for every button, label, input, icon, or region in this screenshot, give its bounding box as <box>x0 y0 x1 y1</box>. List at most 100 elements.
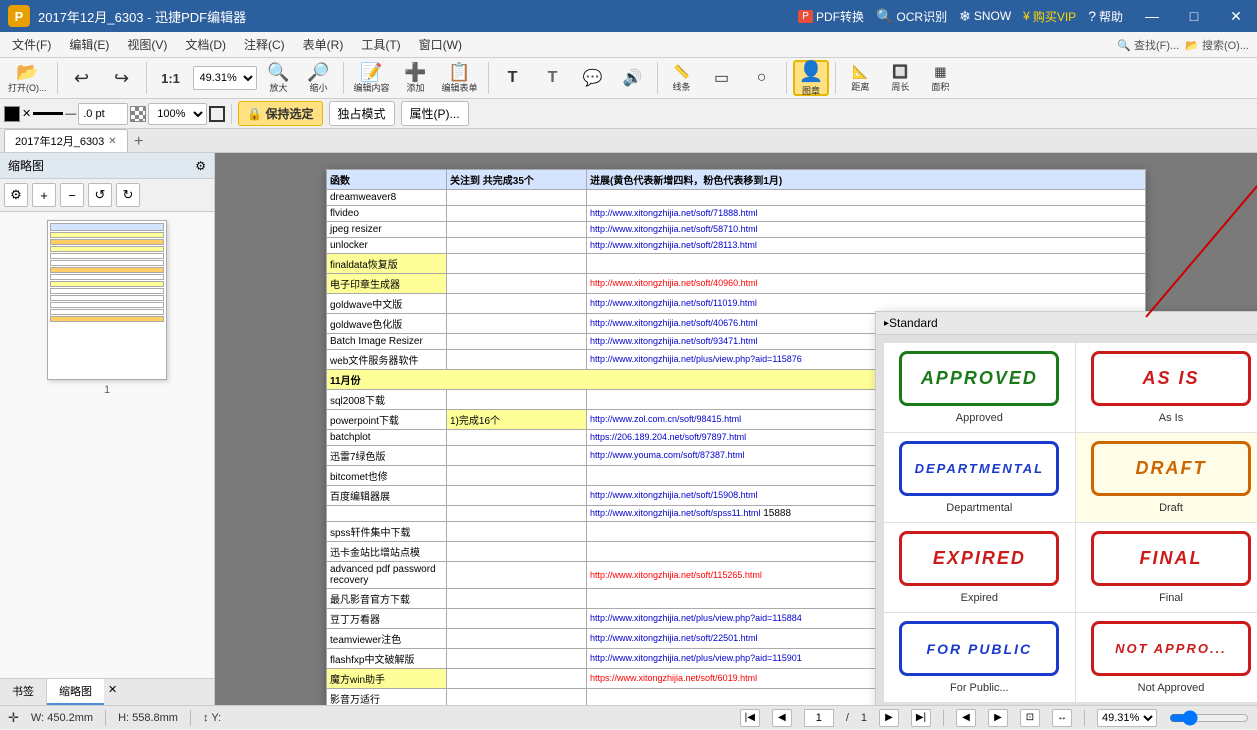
snow-btn[interactable]: ❄ SNOW <box>959 8 1011 25</box>
next-page-btn[interactable]: ▶ <box>879 709 899 727</box>
maximize-btn[interactable]: □ <box>1181 5 1207 27</box>
open-btn[interactable]: 📂 打开(O)... <box>4 60 51 96</box>
col-header-3: 进展(黄色代表新增四料，粉色代表移到1月) <box>587 170 1146 190</box>
stamp-departmental[interactable]: DEPARTMENTAL Departmental <box>884 433 1075 522</box>
find-btn[interactable]: 🔍 查找(F)... <box>1117 37 1179 53</box>
tab-close-btn[interactable]: ✕ <box>108 136 116 147</box>
zoom-in-btn[interactable]: 🔍 放大 <box>261 60 297 96</box>
pattern-swatch[interactable] <box>130 106 146 122</box>
main-toolbar: 📂 打开(O)... ↩ ↪ 1:1 49.31% 100% 150% 🔍 放大… <box>0 58 1257 99</box>
bookmarks-tab[interactable]: 书签 <box>0 679 47 705</box>
new-tab-btn[interactable]: + <box>128 132 150 152</box>
fit-page-btn[interactable]: ⊡ <box>1020 709 1040 727</box>
page-input[interactable] <box>804 709 834 727</box>
perimeter-btn[interactable]: 🔲 周长 <box>882 60 918 96</box>
actual-size-btn[interactable]: 1:1 <box>153 60 189 96</box>
zoom-in-sidebar-btn[interactable]: + <box>32 183 56 207</box>
table-row: 魔方win助手 <box>327 669 447 689</box>
scroll-right-btn[interactable]: ▶ <box>988 709 1008 727</box>
for-public-label: For Public... <box>950 682 1009 694</box>
zoom-slider[interactable] <box>1169 710 1249 726</box>
color-box[interactable] <box>209 106 225 122</box>
redo-btn[interactable]: ↪ <box>104 60 140 96</box>
undo-btn[interactable]: ↩ <box>64 60 100 96</box>
stamp-expired[interactable]: EXPIRED Expired <box>884 523 1075 612</box>
stamp-draft[interactable]: DRAFT Draft <box>1076 433 1257 522</box>
status-zoom-select[interactable]: 49.31% 100% <box>1097 709 1157 727</box>
draft-stamp-img: DRAFT <box>1091 441 1251 496</box>
text-btn[interactable]: T <box>495 60 531 96</box>
color-swatch[interactable] <box>4 106 20 122</box>
thumbnails-tab[interactable]: 缩略图 <box>47 679 104 705</box>
table-row: 百度编辑器展 <box>327 486 447 506</box>
menu-edit[interactable]: 编辑(E) <box>61 34 117 55</box>
menu-view[interactable]: 视图(V) <box>119 34 175 55</box>
first-page-btn[interactable]: |◀ <box>740 709 760 727</box>
ocr-btn[interactable]: 🔍 OCR识别 <box>876 8 947 25</box>
properties-btn[interactable]: 属性(P)... <box>401 101 469 126</box>
settings-btn[interactable]: ⚙ <box>4 183 28 207</box>
stamp-popup: ▸ Standard APPROVED Approved AS IS As Is… <box>875 311 1257 705</box>
sidebar-settings-icon[interactable]: ⚙ <box>195 159 206 173</box>
fit-width-btn[interactable]: ↔ <box>1052 709 1072 727</box>
shapes-btn[interactable]: ▭ <box>704 60 740 96</box>
comment-box-btn[interactable]: 💬 <box>575 60 611 96</box>
sidebar-close-btn[interactable]: ✕ <box>104 679 121 705</box>
exclusive-mode-btn[interactable]: 独占模式 <box>329 101 395 126</box>
stamp-as-is[interactable]: AS IS As Is <box>1076 343 1257 432</box>
sidebar-bottom-tabs: 书签 缩略图 ✕ <box>0 678 214 705</box>
zoom-select[interactable]: 49.31% 100% 150% <box>193 66 257 90</box>
expired-stamp-img: EXPIRED <box>899 531 1059 586</box>
menu-comment[interactable]: 注释(C) <box>236 34 293 55</box>
pdf-convert-btn[interactable]: P PDF转换 <box>798 8 864 25</box>
line-btn[interactable]: 📏 线条 <box>664 60 700 96</box>
rotate-right-btn[interactable]: ↻ <box>116 183 140 207</box>
scroll-left-btn[interactable]: ◀ <box>956 709 976 727</box>
zoom-select2[interactable]: 100% 50% <box>148 103 207 125</box>
folder-icon: 📂 <box>16 63 38 81</box>
close-btn[interactable]: ✕ <box>1223 5 1249 27</box>
vip-btn[interactable]: ¥ 购买VIP <box>1023 8 1076 25</box>
text2-btn[interactable]: T <box>535 60 571 96</box>
menu-form[interactable]: 表单(R) <box>295 34 352 55</box>
table-row: 影音万适行 <box>327 689 447 706</box>
status-sep-1 <box>105 710 106 726</box>
as-is-label: As Is <box>1159 412 1183 424</box>
edit-content-btn[interactable]: 📝 编辑内容 <box>350 60 394 96</box>
menu-tools[interactable]: 工具(T) <box>353 34 408 55</box>
last-page-btn[interactable]: ▶| <box>911 709 931 727</box>
add-btn[interactable]: ➕ 添加 <box>398 60 434 96</box>
menu-window[interactable]: 窗口(W) <box>411 34 470 55</box>
stamp-approved[interactable]: APPROVED Approved <box>884 343 1075 432</box>
prev-page-btn[interactable]: ◀ <box>772 709 792 727</box>
maintain-btn[interactable]: 🔒 保持选定 <box>238 101 322 126</box>
help-btn[interactable]: ? 帮助 <box>1088 8 1123 25</box>
zoom-out-sidebar-btn[interactable]: − <box>60 183 84 207</box>
table-row: goldwave中文版 <box>327 294 447 314</box>
document-area[interactable]: 函数 关注到 共完成35个 进展(黄色代表新增四料，粉色代表移到1月) drea… <box>215 153 1257 705</box>
edit-form-btn[interactable]: 📋 编辑表单 <box>438 60 482 96</box>
page-thumbnail[interactable] <box>47 220 167 380</box>
stamp-final[interactable]: FINAL Final <box>1076 523 1257 612</box>
line-width-input[interactable]: .0 pt <box>78 103 128 125</box>
distance-btn[interactable]: 📐 距离 <box>842 60 878 96</box>
circle-btn[interactable]: ○ <box>744 60 780 96</box>
stamp-btn[interactable]: 👤 图章 <box>793 60 830 96</box>
stamp-not-approved[interactable]: NOT APPRO... Not Approved <box>1076 613 1257 702</box>
toolbar-sep-1 <box>57 62 58 94</box>
rotate-left-btn[interactable]: ↺ <box>88 183 112 207</box>
menu-file[interactable]: 文件(F) <box>4 34 59 55</box>
zoom-out-btn[interactable]: 🔎 缩小 <box>301 60 337 96</box>
draft-label: Draft <box>1159 502 1183 514</box>
minimize-btn[interactable]: — <box>1139 5 1165 27</box>
area-btn[interactable]: ▦ 面积 <box>922 60 958 96</box>
menu-doc[interactable]: 文档(D) <box>177 34 234 55</box>
stamp-for-public[interactable]: FOR PUBLIC For Public... <box>884 613 1075 702</box>
doc-tab[interactable]: 2017年12月_6303 ✕ <box>4 129 128 152</box>
col-header-1: 函数 <box>327 170 447 190</box>
search-btn[interactable]: 📂 搜索(O)... <box>1185 37 1249 53</box>
y-coord-label: ↕ Y: <box>203 712 221 724</box>
sound-btn[interactable]: 🔊 <box>615 60 651 96</box>
text-icon: T <box>508 69 518 87</box>
app-icon: P <box>8 5 30 27</box>
